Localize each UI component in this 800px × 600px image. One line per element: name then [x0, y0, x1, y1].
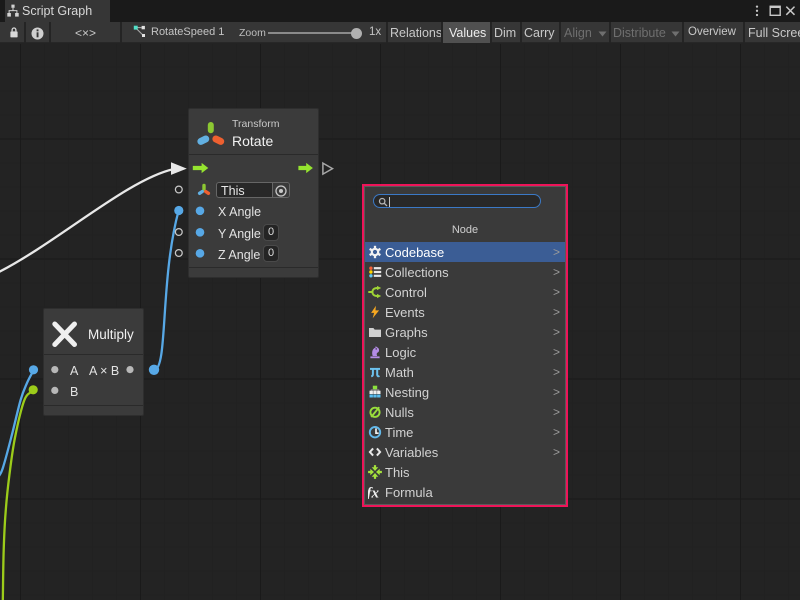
svg-text:fx: fx	[368, 486, 379, 500]
